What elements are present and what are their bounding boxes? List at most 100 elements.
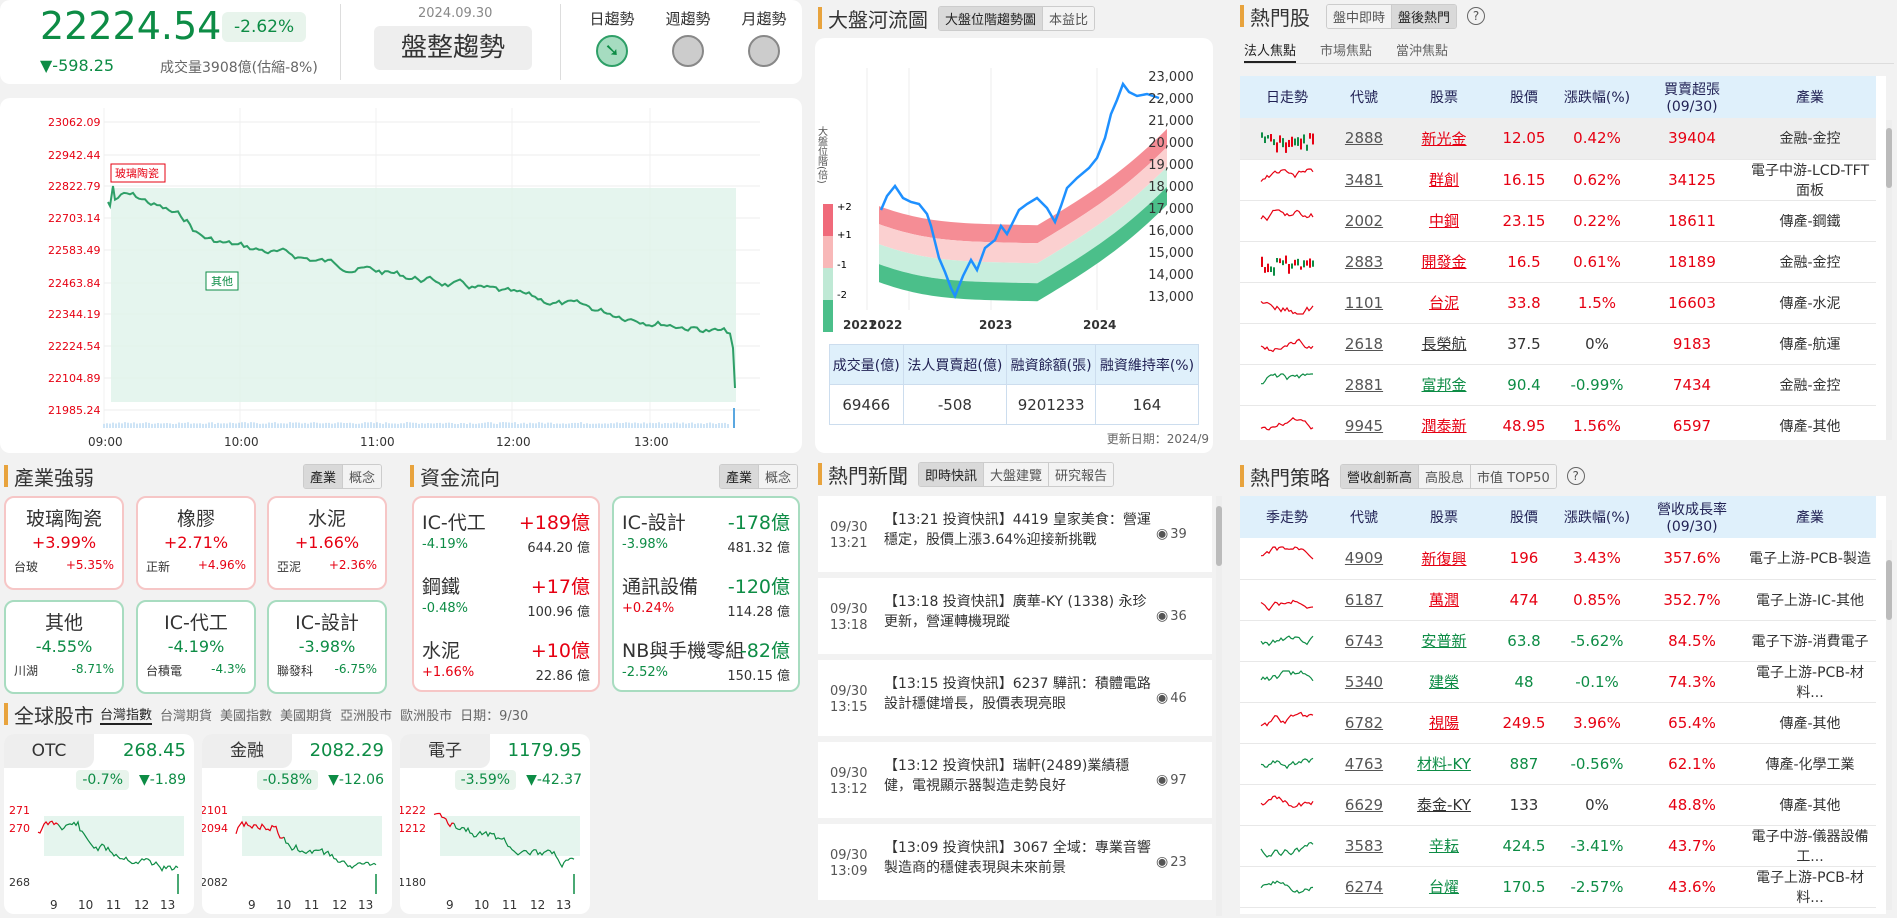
table-row[interactable]: 2881 富邦金 90.4 -0.99% 7434 金融-金控 [1240, 364, 1876, 406]
table-row[interactable]: 2883 開發金 16.5 0.61% 18189 金融-金控 [1240, 241, 1876, 283]
news-tab-research[interactable]: 研究報告 [1048, 462, 1114, 486]
strat-tab-dividend[interactable]: 高股息 [1418, 464, 1471, 488]
global-tab-us-futures[interactable]: 美國期貨 [280, 705, 332, 724]
news-item[interactable]: 09/30 13:12 【13:12 投資快訊】瑞軒(2489)業績穩健，電視顯示器… [818, 742, 1212, 818]
intraday-chart[interactable]: 23062.09 22942.44 22822.79 22703.14 22583.49… [0, 98, 802, 453]
table-row[interactable]: 9945 潤泰新 48.95 1.56% 6597 傳產-其他 [1240, 405, 1876, 440]
table-row[interactable]: 2888 新光金 12.05 0.42% 39404 金融-金控 [1240, 118, 1876, 160]
capital-flow-row[interactable]: 通訊設備 -120億 +0.24% 114.28 億 [622, 568, 790, 630]
stock-name[interactable]: 開發金 [1394, 241, 1494, 283]
capital-flow-row[interactable]: 水泥 +10億 +1.66% 22.86 億 [422, 632, 590, 694]
hot-subtab-daytrade[interactable]: 當沖焦點 [1396, 40, 1448, 63]
global-tab-us-index[interactable]: 美國指數 [220, 705, 272, 724]
table-row[interactable]: 3583 辛耘 424.5 -3.41% 43.7% 電子中游-儀器設備工... [1240, 825, 1876, 867]
hot-col-header[interactable]: 股票 [1394, 76, 1494, 118]
news-headline[interactable]: 【13:15 投資快訊】6237 驊訊：積體電路設計穩健增長，股價表現亮眼 [884, 674, 1154, 714]
global-tab-tw-futures[interactable]: 台灣期貨 [160, 705, 212, 724]
news-item[interactable]: 09/30 13:18 【13:18 投資快訊】廣華-KY (1338) 永珍更新，… [818, 578, 1212, 654]
stock-code[interactable]: 2883 [1334, 241, 1394, 283]
stock-code[interactable]: 6782 [1334, 702, 1394, 744]
hot-tab-intraday[interactable]: 盤中即時 [1327, 4, 1392, 28]
capital-flow-row[interactable]: 鋼鐵 +17億 -0.48% 100.96 億 [422, 568, 590, 630]
table-row[interactable]: 5340 建榮 48 -0.1% 74.3% 電子上游-PCB-材料... [1240, 661, 1876, 703]
stock-name[interactable]: 材料-KY [1394, 743, 1494, 785]
news-headline[interactable]: 【13:18 投資快訊】廣華-KY (1338) 永珍更新，營運轉機現蹤 [884, 592, 1154, 632]
table-row[interactable]: 6743 安普新 63.8 -5.62% 84.5% 電子下游-消費電子 [1240, 620, 1876, 662]
news-item[interactable]: 09/30 13:15 【13:15 投資快訊】6237 驊訊：積體電路設計穩健增長… [818, 660, 1212, 736]
table-row[interactable]: 1101 台泥 33.8 1.5% 16603 傳產-水泥 [1240, 282, 1876, 324]
hot-col-header[interactable]: 產業 [1744, 76, 1876, 118]
strat-col-header[interactable]: 產業 [1744, 496, 1876, 538]
capital-tab-industry[interactable]: 產業 [719, 464, 758, 488]
industry-tab-industry[interactable]: 產業 [303, 464, 342, 488]
stock-name[interactable]: 長榮航 [1394, 323, 1494, 365]
strat-col-header[interactable]: 營收成長率(09/30) [1640, 496, 1744, 538]
industry-card[interactable]: 橡膠 +2.71% 正新 +4.96% [136, 496, 256, 590]
stock-name[interactable]: 富邦金 [1394, 364, 1494, 406]
table-row[interactable]: 6274 台燿 170.5 -2.57% 43.6% 電子上游-PCB-材料... [1240, 866, 1876, 908]
stock-code[interactable]: 5340 [1334, 661, 1394, 703]
global-tab-tw-index[interactable]: 台灣指數 [100, 704, 153, 725]
trend-month[interactable]: 月趨勢 [734, 8, 794, 67]
global-tab-asia[interactable]: 亞洲股市 [340, 705, 392, 724]
stock-code[interactable]: 4763 [1334, 743, 1394, 785]
stock-code[interactable]: 2888 [1334, 118, 1394, 160]
stock-name[interactable]: 泰金-KY [1394, 784, 1494, 826]
news-tab-live[interactable]: 即時快訊 [919, 462, 984, 486]
industry-card[interactable]: 玻璃陶瓷 +3.99% 台玻 +5.35% [4, 496, 124, 590]
capital-flow-row[interactable]: IC-代工 +189億 -4.19% 644.20 億 [422, 504, 590, 566]
industry-card[interactable]: 其他 -4.55% 川湖 -8.71% [4, 600, 124, 694]
help-icon[interactable]: ? [1566, 467, 1585, 485]
stock-code[interactable]: 3481 [1334, 159, 1394, 201]
stock-code[interactable]: 2002 [1334, 200, 1394, 242]
stock-name[interactable]: 安普新 [1394, 620, 1494, 662]
river-tab-level[interactable]: 大盤位階趨勢圖 [939, 6, 1043, 30]
stock-name[interactable]: 萬潤 [1394, 579, 1494, 621]
hot-subtab-institution[interactable]: 法人焦點 [1244, 40, 1297, 63]
table-row[interactable]: 3481 群創 16.15 0.62% 34125 電子中游-LCD-TFT面板 [1240, 159, 1876, 201]
stock-name[interactable]: 潤泰新 [1394, 405, 1494, 440]
strat-tab-top50[interactable]: 市值 TOP50 [1470, 464, 1556, 488]
stock-name[interactable]: 台泥 [1394, 282, 1494, 324]
global-market-card[interactable]: OTC 268.45 -0.7% ▼-1.89 271 270 268 9 10 11 12 13 [4, 734, 194, 914]
table-row[interactable]: 2002 中鋼 23.15 0.22% 18611 傳產-鋼鐵 [1240, 200, 1876, 242]
help-icon[interactable]: ? [1467, 7, 1486, 25]
global-market-card[interactable]: 金融 2082.29 -0.58% ▼-12.06 2101 2094 2082 9 10 11 1… [202, 734, 392, 914]
global-market-card[interactable]: 電子 1179.95 -3.59% ▼-42.37 1222 1212 1180 9 10 11 1… [400, 734, 590, 914]
stock-code[interactable]: 6743 [1334, 620, 1394, 662]
strat-scrollbar[interactable] [1886, 540, 1892, 910]
stock-code[interactable]: 1101 [1334, 282, 1394, 324]
stock-name[interactable]: 建榮 [1394, 661, 1494, 703]
news-headline[interactable]: 【13:09 投資快訊】3067 全域：專業音響製造商的穩健表現與未來前景 [884, 838, 1154, 878]
hot-col-header[interactable]: 股價 [1494, 76, 1554, 118]
stock-name[interactable]: 新復興 [1394, 538, 1494, 580]
news-scrollbar[interactable] [1216, 496, 1222, 916]
table-row[interactable]: 4763 材料-KY 887 -0.56% 62.1% 傳產-化學工業 [1240, 743, 1876, 785]
trend-week[interactable]: 週趨勢 [658, 8, 718, 67]
stock-code[interactable]: 2618 [1334, 323, 1394, 365]
strat-col-header[interactable]: 股票 [1394, 496, 1494, 538]
stock-code[interactable]: 4909 [1334, 538, 1394, 580]
table-row[interactable]: 4909 新復興 196 3.43% 357.6% 電子上游-PCB-製造 [1240, 538, 1876, 580]
hot-scrollbar[interactable] [1886, 120, 1892, 440]
strat-col-header[interactable]: 漲跌幅(%) [1554, 496, 1640, 538]
news-item[interactable]: 09/30 13:21 【13:21 投資快訊】4419 皇家美食：營運穩定，股價上… [818, 496, 1212, 572]
news-item[interactable]: 09/30 13:09 【13:09 投資快訊】3067 全域：專業音響製造商的穩健… [818, 824, 1212, 900]
stock-name[interactable]: 辛耘 [1394, 825, 1494, 867]
industry-card[interactable]: 水泥 +1.66% 亞泥 +2.36% [267, 496, 387, 590]
industry-card[interactable]: IC-設計 -3.98% 聯發科 -6.75% [267, 600, 387, 694]
trend-day[interactable]: 日趨勢 ➘ [582, 8, 642, 67]
table-row[interactable]: 6187 萬潤 474 0.85% 352.7% 電子上游-IC-其他 [1240, 579, 1876, 621]
industry-card[interactable]: IC-代工 -4.19% 台積電 -4.3% [136, 600, 256, 694]
capital-tab-concept[interactable]: 概念 [757, 464, 797, 488]
hot-tab-after[interactable]: 盤後熱門 [1391, 4, 1457, 28]
stock-name[interactable]: 中鋼 [1394, 200, 1494, 242]
strat-col-header[interactable]: 股價 [1494, 496, 1554, 538]
table-row[interactable]: 2618 長榮航 37.5 0% 9183 傳產-航運 [1240, 323, 1876, 365]
hot-subtab-market[interactable]: 市場焦點 [1320, 40, 1372, 63]
stock-code[interactable]: 3583 [1334, 825, 1394, 867]
strat-col-header[interactable]: 季走勢 [1240, 496, 1334, 538]
news-headline[interactable]: 【13:12 投資快訊】瑞軒(2489)業績穩健，電視顯示器製造走勢良好 [884, 756, 1154, 796]
stock-code[interactable]: 6629 [1334, 784, 1394, 826]
table-row[interactable]: 6782 視陽 249.5 3.96% 65.4% 傳產-其他 [1240, 702, 1876, 744]
